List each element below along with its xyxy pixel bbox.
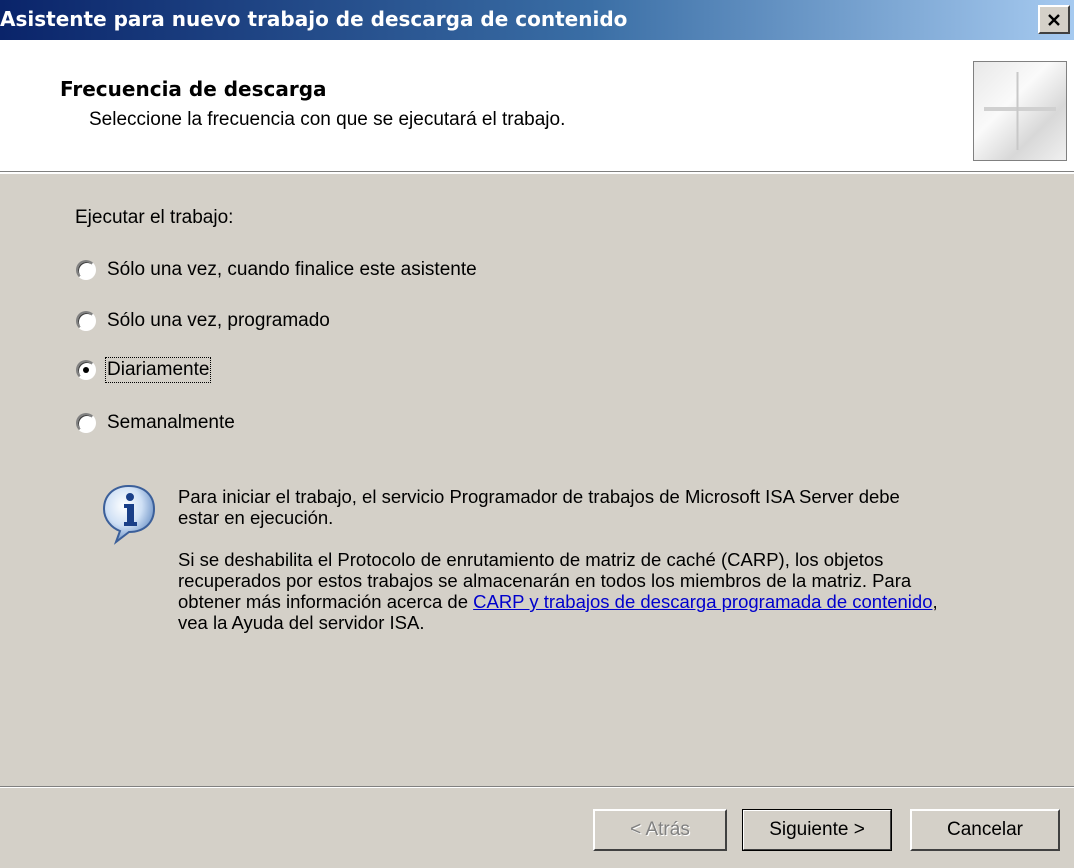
info-paragraph-2: Si se deshabilita el Protocolo de enruta… xyxy=(178,549,938,633)
schedule-group-label: Ejecutar el trabajo: xyxy=(75,207,234,228)
radio-label: Sólo una vez, programado xyxy=(107,310,330,331)
radio-once-scheduled[interactable]: Sólo una vez, programado xyxy=(76,308,330,334)
radio-label: Sólo una vez, cuando finalice este asist… xyxy=(107,259,477,280)
info-paragraph-1: Para iniciar el trabajo, el servicio Pro… xyxy=(178,486,900,528)
radio-button-checked-icon[interactable] xyxy=(76,360,96,380)
radio-daily[interactable]: Diariamente xyxy=(76,357,212,383)
title-bar[interactable]: Asistente para nuevo trabajo de descarga… xyxy=(0,0,1074,40)
next-button[interactable]: Siguiente > xyxy=(742,809,892,851)
close-icon xyxy=(1048,13,1060,26)
radio-label: Diariamente xyxy=(104,357,212,383)
radio-button-icon[interactable] xyxy=(76,311,96,331)
page-title: Frecuencia de descarga xyxy=(60,77,327,101)
info-icon xyxy=(102,484,156,545)
radio-once-after-wizard[interactable]: Sólo una vez, cuando finalice este asist… xyxy=(76,257,477,283)
radio-button-icon[interactable] xyxy=(76,413,96,433)
window-title: Asistente para nuevo trabajo de descarga… xyxy=(0,7,628,31)
radio-weekly[interactable]: Semanalmente xyxy=(76,410,235,436)
carp-help-link[interactable]: CARP y trabajos de descarga programada d… xyxy=(473,591,932,612)
cancel-button[interactable]: Cancelar xyxy=(910,809,1060,851)
button-separator xyxy=(0,786,1074,788)
wizard-header: Frecuencia de descarga Seleccione la fre… xyxy=(0,40,1074,174)
radio-button-icon[interactable] xyxy=(76,260,96,280)
info-message: Para iniciar el trabajo, el servicio Pro… xyxy=(178,486,938,633)
back-button[interactable]: < Atrás xyxy=(593,809,727,851)
close-button[interactable] xyxy=(1038,5,1070,34)
radio-label: Semanalmente xyxy=(107,412,235,433)
header-graphic xyxy=(973,61,1067,161)
page-subtitle: Seleccione la frecuencia con que se ejec… xyxy=(89,109,566,130)
